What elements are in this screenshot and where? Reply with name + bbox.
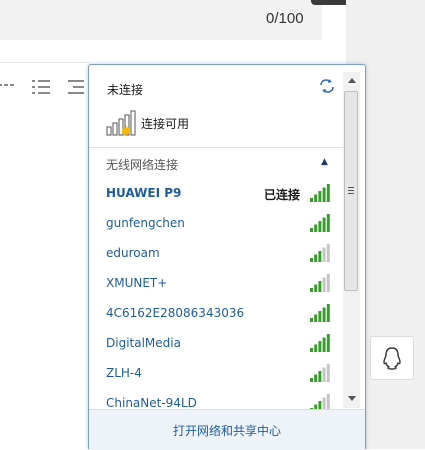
signal-bar: [322, 397, 326, 409]
network-row[interactable]: HUAWEI P9 已连接: [89, 179, 343, 209]
scroll-up-arrow-icon[interactable]: [343, 72, 360, 89]
connection-status-label: 未连接: [107, 83, 144, 97]
wifi-panel-content: 未连接 连接可用 无线网络连接 ▲ HUAWEI P9 已连接 gunfengc…: [89, 65, 343, 409]
refresh-icon[interactable]: [319, 79, 335, 93]
signal-bar: [314, 254, 318, 262]
signal-bar: [322, 217, 326, 232]
qq-button[interactable]: [370, 336, 414, 380]
network-row[interactable]: ZLH-4: [89, 359, 343, 389]
signal-bar: [322, 367, 326, 382]
signal-bar: [326, 214, 330, 232]
signal-bar: [326, 184, 330, 202]
wifi-signal-icon: [310, 184, 330, 202]
network-row[interactable]: ChinaNet-94LD: [89, 389, 343, 409]
network-row[interactable]: DigitalMedia: [89, 329, 343, 359]
signal-bar: [314, 344, 318, 352]
network-name: gunfengchen: [106, 216, 185, 230]
signal-bar: [326, 364, 330, 382]
wifi-panel: 未连接 连接可用 无线网络连接 ▲ HUAWEI P9 已连接 gunfengc…: [88, 64, 366, 450]
panel-footer: 打开网络和共享中心: [89, 409, 365, 450]
signal-bar: [314, 374, 318, 382]
signal-bar: [326, 304, 330, 322]
wifi-signal-icon: [310, 334, 330, 352]
qq-penguin-icon: [383, 347, 401, 370]
signal-bar: [318, 221, 322, 232]
signal-bar: [322, 277, 326, 292]
network-row[interactable]: eduroam: [89, 239, 343, 269]
signal-bar: [310, 348, 313, 352]
signal-bar: [314, 284, 318, 292]
signal-bar: [318, 401, 322, 409]
open-network-center-link[interactable]: 打开网络和共享中心: [89, 422, 365, 439]
signal-bar: [310, 258, 313, 262]
network-name: DigitalMedia: [106, 336, 181, 350]
signal-bar: [326, 334, 330, 352]
wifi-signal-icon: [310, 214, 330, 232]
network-available-icon: [106, 110, 136, 136]
signal-bar: [318, 341, 322, 352]
editor-divider: [0, 62, 90, 63]
signal-bar: [310, 198, 313, 202]
signal-bar: [310, 228, 313, 232]
signal-bar: [318, 191, 322, 202]
dotted-list-icon[interactable]: [0, 78, 18, 96]
signal-bar: [314, 194, 318, 202]
signal-bar: [326, 394, 330, 409]
signal-bar: [322, 187, 326, 202]
network-name: 4C6162E28086343036: [106, 306, 245, 320]
signal-bar: [310, 378, 313, 382]
network-row[interactable]: XMUNET+: [89, 269, 343, 299]
char-counter: 0/100: [266, 10, 304, 27]
connection-available-label: 连接可用: [141, 117, 190, 131]
wireless-section-label: 无线网络连接: [106, 158, 179, 172]
network-name: ZLH-4: [106, 366, 142, 380]
bullet-list-icon[interactable]: [32, 78, 52, 96]
wifi-signal-icon: [310, 304, 330, 322]
chevron-up-icon[interactable]: ▲: [321, 157, 328, 167]
wifi-signal-icon: [310, 274, 330, 292]
scrollbar-thumb[interactable]: [344, 91, 358, 291]
network-status: 已连接: [264, 188, 301, 202]
wifi-signal-icon: [310, 364, 330, 382]
network-name: ChinaNet-94LD: [106, 396, 197, 409]
wifi-signal-icon: [310, 394, 330, 409]
panel-separator: [89, 147, 343, 148]
signal-bar: [310, 318, 313, 322]
wifi-signal-icon: [310, 244, 330, 262]
signal-bar: [322, 307, 326, 322]
scroll-down-arrow-icon[interactable]: [343, 390, 360, 407]
network-list-scrollbar[interactable]: [343, 72, 360, 408]
signal-bar: [310, 288, 313, 292]
signal-bar: [326, 274, 330, 292]
signal-bar: [318, 251, 322, 262]
signal-bar: [314, 224, 318, 232]
signal-bar: [322, 247, 326, 262]
signal-bar: [318, 371, 322, 382]
network-row[interactable]: 4C6162E28086343036: [89, 299, 343, 329]
signal-bar: [322, 337, 326, 352]
signal-bar: [314, 314, 318, 322]
network-name: HUAWEI P9: [106, 186, 182, 200]
signal-bar: [318, 281, 322, 292]
network-name: eduroam: [106, 246, 160, 260]
signal-bar: [318, 311, 322, 322]
grip-icon: [348, 187, 354, 196]
indent-list-icon[interactable]: [68, 78, 88, 96]
network-row[interactable]: gunfengchen: [89, 209, 343, 239]
signal-bar: [326, 244, 330, 262]
network-name: XMUNET+: [106, 276, 168, 290]
